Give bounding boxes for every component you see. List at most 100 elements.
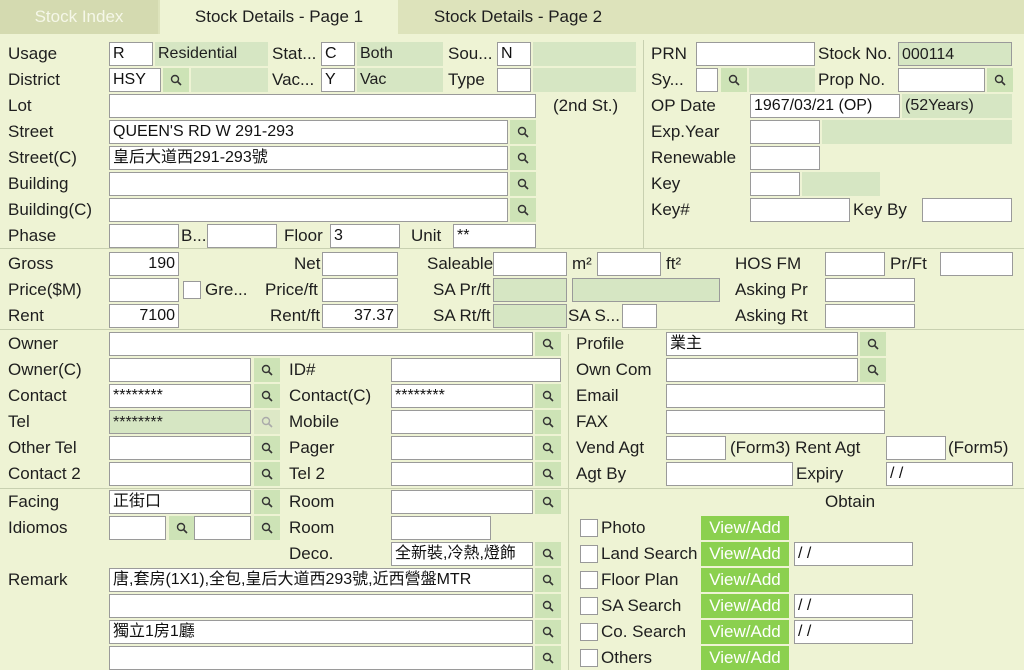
pager-field[interactable] bbox=[391, 436, 533, 460]
sy-search-button[interactable] bbox=[721, 68, 747, 92]
mobile-field[interactable] bbox=[391, 410, 533, 434]
renewable-field[interactable] bbox=[750, 146, 820, 170]
pr-ft-field[interactable] bbox=[940, 252, 1013, 276]
other-tel-field[interactable] bbox=[109, 436, 251, 460]
owner-c-field[interactable] bbox=[109, 358, 251, 382]
tab-stock-index[interactable]: Stock Index bbox=[0, 0, 158, 34]
deco-search-button[interactable] bbox=[535, 542, 561, 566]
idiomos-search-button-2[interactable] bbox=[254, 516, 280, 540]
asking-rt-field[interactable] bbox=[825, 304, 915, 328]
tel2-field[interactable] bbox=[391, 462, 533, 486]
phase-field[interactable] bbox=[109, 224, 179, 248]
remark-search-button-1[interactable] bbox=[535, 568, 561, 592]
remark-search-button-3[interactable] bbox=[535, 620, 561, 644]
price-ft-field[interactable] bbox=[322, 278, 398, 302]
key-field[interactable] bbox=[750, 172, 800, 196]
contact-field[interactable]: ******** bbox=[109, 384, 251, 408]
agt-by-field[interactable] bbox=[666, 462, 793, 486]
prn-field[interactable] bbox=[696, 42, 815, 66]
building-c-search-button[interactable] bbox=[510, 198, 536, 222]
floor-plan-checkbox[interactable] bbox=[580, 571, 598, 589]
sy-field[interactable] bbox=[696, 68, 718, 92]
contact-c-search-button[interactable] bbox=[535, 384, 561, 408]
deco-field[interactable]: 全新裝,冷熱,燈飾 bbox=[391, 542, 533, 566]
price-field[interactable] bbox=[109, 278, 179, 302]
co-search-view-add-button[interactable]: View/Add bbox=[701, 620, 789, 644]
unit-field[interactable]: ** bbox=[453, 224, 536, 248]
street-field[interactable]: QUEEN'S RD W 291-293 bbox=[109, 120, 508, 144]
key-by-field[interactable] bbox=[922, 198, 1012, 222]
idiomos-search-button-1[interactable] bbox=[169, 516, 195, 540]
key-hash-field[interactable] bbox=[750, 198, 850, 222]
building-search-button[interactable] bbox=[510, 172, 536, 196]
id-no-field[interactable] bbox=[391, 358, 561, 382]
idiomos-field-2[interactable] bbox=[194, 516, 251, 540]
rent-agt-field[interactable] bbox=[886, 436, 946, 460]
owner-c-search-button[interactable] bbox=[254, 358, 280, 382]
remark-field-1[interactable]: 唐,套房(1X1),全包,皇后大道西293號,近西營盤MTR bbox=[109, 568, 533, 592]
district-field[interactable]: HSY bbox=[109, 68, 161, 92]
land-search-view-add-button[interactable]: View/Add bbox=[701, 542, 789, 566]
tab-stock-details-page-2[interactable]: Stock Details - Page 2 bbox=[400, 0, 636, 34]
building-field[interactable] bbox=[109, 172, 508, 196]
vac-field[interactable]: Y bbox=[321, 68, 355, 92]
facing-field[interactable]: 正街口 bbox=[109, 490, 251, 514]
remark-field-4[interactable] bbox=[109, 646, 533, 670]
fax-field[interactable] bbox=[666, 410, 885, 434]
owner-search-button[interactable] bbox=[535, 332, 561, 356]
tab-stock-details-page-1[interactable]: Stock Details - Page 1 bbox=[160, 0, 398, 34]
room2-field[interactable] bbox=[391, 516, 491, 540]
contact-c-field[interactable]: ******** bbox=[391, 384, 533, 408]
tel2-search-button[interactable] bbox=[535, 462, 561, 486]
land-search-date-field[interactable]: / / bbox=[794, 542, 913, 566]
rent-field[interactable]: 7100 bbox=[109, 304, 179, 328]
photo-view-add-button[interactable]: View/Add bbox=[701, 516, 789, 540]
room1-field[interactable] bbox=[391, 490, 533, 514]
contact2-search-button[interactable] bbox=[254, 462, 280, 486]
prop-no-search-button[interactable] bbox=[987, 68, 1013, 92]
land-search-checkbox[interactable] bbox=[580, 545, 598, 563]
vend-agt-field[interactable] bbox=[666, 436, 726, 460]
remark-search-button-2[interactable] bbox=[535, 594, 561, 618]
district-search-button[interactable] bbox=[163, 68, 189, 92]
b-field[interactable] bbox=[207, 224, 277, 248]
other-tel-search-button[interactable] bbox=[254, 436, 280, 460]
mobile-search-button[interactable] bbox=[535, 410, 561, 434]
own-com-field[interactable] bbox=[666, 358, 858, 382]
sou-field[interactable]: N bbox=[497, 42, 531, 66]
sa-search-date-field[interactable]: / / bbox=[794, 594, 913, 618]
facing-search-button[interactable] bbox=[254, 490, 280, 514]
stat-field[interactable]: C bbox=[321, 42, 355, 66]
others-checkbox[interactable] bbox=[580, 649, 598, 667]
contact2-field[interactable] bbox=[109, 462, 251, 486]
remark-search-button-4[interactable] bbox=[535, 646, 561, 670]
co-search-date-field[interactable]: / / bbox=[794, 620, 913, 644]
lot-field[interactable] bbox=[109, 94, 536, 118]
saleable-field[interactable] bbox=[493, 252, 567, 276]
sa-s-field[interactable] bbox=[622, 304, 657, 328]
net-field[interactable] bbox=[322, 252, 398, 276]
gre-checkbox[interactable] bbox=[183, 281, 201, 299]
asking-pr-field[interactable] bbox=[825, 278, 915, 302]
street-search-button[interactable] bbox=[510, 120, 536, 144]
remark-field-2[interactable] bbox=[109, 594, 533, 618]
exp-year-field[interactable] bbox=[750, 120, 820, 144]
usage-field[interactable]: R bbox=[109, 42, 153, 66]
idiomos-field-1[interactable] bbox=[109, 516, 166, 540]
pager-search-button[interactable] bbox=[535, 436, 561, 460]
sa-search-view-add-button[interactable]: View/Add bbox=[701, 594, 789, 618]
profile-search-button[interactable] bbox=[860, 332, 886, 356]
floor-field[interactable]: 3 bbox=[330, 224, 400, 248]
hos-fm-field[interactable] bbox=[825, 252, 885, 276]
sa-search-checkbox[interactable] bbox=[580, 597, 598, 615]
op-date-field[interactable]: 1967/03/21 (OP) bbox=[750, 94, 900, 118]
own-com-search-button[interactable] bbox=[860, 358, 886, 382]
profile-field[interactable]: 業主 bbox=[666, 332, 858, 356]
photo-checkbox[interactable] bbox=[580, 519, 598, 537]
floor-plan-view-add-button[interactable]: View/Add bbox=[701, 568, 789, 592]
remark-field-3[interactable]: 獨立1房1廳 bbox=[109, 620, 533, 644]
m2-field[interactable] bbox=[597, 252, 661, 276]
room1-search-button[interactable] bbox=[535, 490, 561, 514]
others-view-add-button[interactable]: View/Add bbox=[701, 646, 789, 670]
prop-no-field[interactable] bbox=[898, 68, 985, 92]
